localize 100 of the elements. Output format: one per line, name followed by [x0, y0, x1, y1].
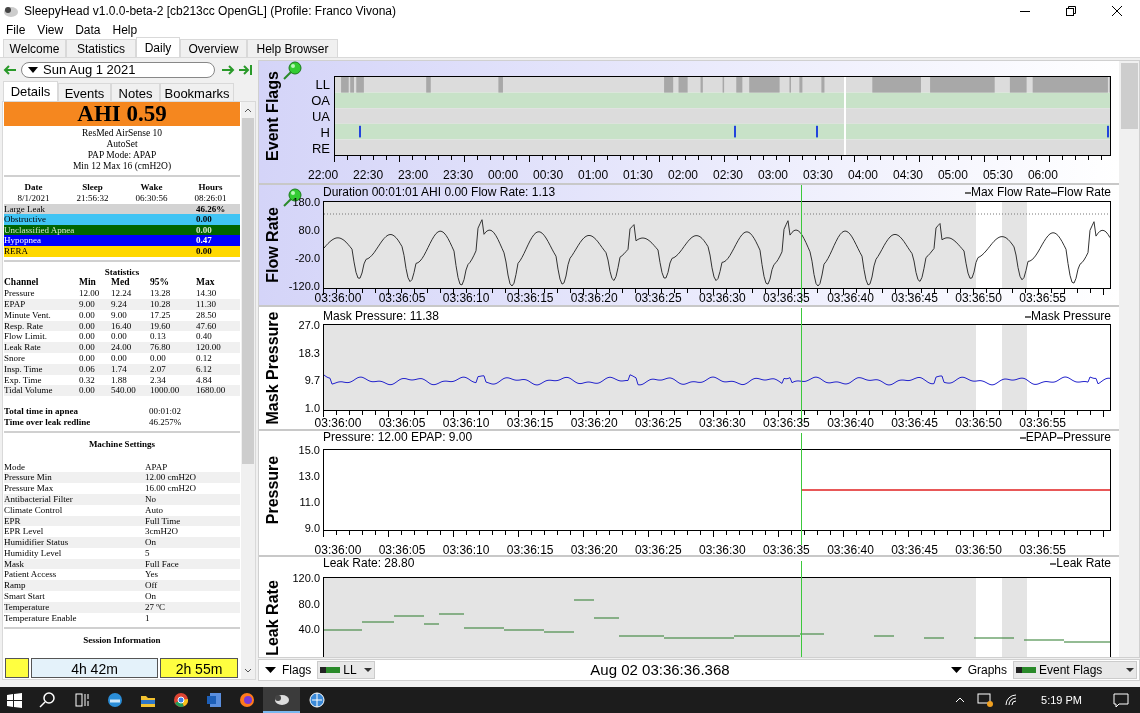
setting-label: Temperature Enable: [4, 612, 78, 624]
session-segment[interactable]: [5, 658, 29, 679]
y-tick-label: -20.0: [294, 252, 320, 264]
setting-value: Off: [145, 580, 159, 592]
setting-value: 1: [145, 612, 151, 624]
x-tick-label: 03:36:45: [891, 417, 938, 429]
table-cell-text: 19.60: [150, 320, 172, 332]
column-header: Wake: [139, 182, 164, 193]
row-label: OA: [310, 93, 330, 109]
table-cell-text: 540.00: [111, 385, 137, 397]
color-swatch-icon: [1016, 667, 1036, 673]
graph-select[interactable]: Event Flags: [1013, 661, 1137, 679]
cursor-line[interactable]: [801, 185, 802, 303]
y-tick-label: 11.0: [299, 496, 320, 508]
graph-title: Mask Pressure: [264, 311, 282, 424]
x-tick-label: 03:36:55: [1019, 544, 1067, 555]
table-cell-text: Minute Vent.: [4, 309, 52, 321]
tab[interactable]: Daily: [136, 37, 180, 57]
menu-item[interactable]: File: [6, 21, 26, 39]
legend-line: [964, 191, 971, 194]
tab[interactable]: Welcome: [3, 39, 66, 57]
total-label: Total time in apnea: [4, 406, 79, 417]
table-cell-text: Insp. Time: [4, 363, 44, 375]
session-segment[interactable]: 2h 55m: [160, 658, 238, 679]
setting-label: Mode: [4, 461, 26, 473]
caret-icon: [950, 667, 962, 673]
last-day-icon[interactable]: [239, 64, 253, 76]
table-cell-text: 08:26:01: [193, 192, 228, 204]
scrollbar-thumb[interactable]: [242, 118, 254, 464]
globe-icon[interactable]: [306, 690, 327, 710]
machine-info: AutoSet: [106, 139, 138, 150]
table-cell-text: 2.34: [150, 374, 167, 386]
x-tick-label: 03:36:20: [570, 417, 618, 429]
table-cell-text: 0.00: [79, 331, 96, 343]
x-tick-label: 02:30: [713, 169, 744, 182]
x-tick-label: 03:36:25: [634, 544, 682, 555]
session-segment[interactable]: 4h 42m: [31, 658, 158, 679]
column-header: Sleep: [81, 182, 104, 193]
graph-header: Pressure: 12.00 EPAP: 9.00: [323, 431, 473, 444]
legend-line: [1024, 315, 1031, 318]
table-cell-text: 13.28: [150, 288, 172, 299]
tab[interactable]: Notes: [111, 83, 160, 101]
graph-title: Leak Rate: [264, 579, 282, 656]
x-tick-label: 05:00: [937, 169, 968, 182]
table-cell-text: 9.24: [111, 298, 128, 310]
monitor-icon[interactable]: [977, 693, 994, 707]
setting-value: On: [145, 537, 157, 548]
table-cell-text: 0.32: [79, 374, 96, 386]
x-tick-label: 03:36:35: [763, 544, 810, 555]
caret-icon: [265, 667, 276, 673]
app-icon: [3, 4, 19, 18]
setting-value: Full Time: [145, 515, 182, 527]
table-cell-text: 120.00: [196, 342, 222, 353]
menu-item[interactable]: Help: [112, 21, 138, 39]
notification-icon[interactable]: [1112, 692, 1130, 708]
legend-line: [1056, 436, 1063, 439]
legend-label: Pressure: [1062, 431, 1111, 444]
x-tick-label: 03:36:30: [699, 292, 746, 305]
setting-label: Antibacterial Filter: [4, 493, 74, 505]
y-tick-label: 80.0: [298, 597, 320, 610]
menu-item[interactable]: View: [37, 21, 64, 39]
chevron-up-icon[interactable]: [955, 697, 966, 703]
tab[interactable]: Events: [58, 83, 111, 101]
table-cell-text: 16.40: [111, 320, 133, 332]
index-row: Unclassified Apnea 0.00: [4, 224, 240, 236]
scrollbar-thumb[interactable]: [1120, 63, 1138, 129]
forward-arrow-icon[interactable]: [221, 64, 235, 76]
x-tick-label: 00:30: [533, 169, 564, 182]
start-icon[interactable]: [4, 690, 24, 710]
setting-value: 3cmH2O: [145, 526, 179, 538]
machine-info: ResMed AirSense 10: [81, 128, 163, 139]
tab[interactable]: Bookmarks: [160, 83, 234, 101]
x-tick-label: 03:36:30: [699, 544, 746, 555]
table-cell-text: 06:30:56: [134, 192, 169, 204]
x-tick-label: 03:36:20: [570, 544, 618, 555]
table-cell-text: 0.00: [79, 352, 96, 364]
table-cell-text: 47.60: [196, 320, 218, 332]
tab[interactable]: Help Browser: [247, 39, 338, 57]
window-title: SleepyHead v1.0.0-beta-2 [cb213cc OpenGL] (Profile: Franco Vivona): [24, 3, 396, 20]
setting-value: Yes: [145, 569, 160, 581]
flags-button[interactable]: Flags: [259, 660, 318, 680]
x-tick-label: 22:00: [308, 169, 339, 182]
graphs-button[interactable]: Graphs: [944, 660, 1013, 680]
tab[interactable]: Statistics: [66, 39, 136, 57]
table-cell-text: 12.24: [111, 288, 133, 299]
back-arrow-icon[interactable]: [3, 64, 17, 76]
x-tick-label: 05:30: [982, 169, 1013, 182]
x-tick-label: 03:30: [802, 169, 833, 182]
table-cell-text: Resp. Rate: [4, 320, 44, 332]
tab[interactable]: Details: [3, 81, 58, 101]
flag-select[interactable]: LL: [317, 661, 376, 679]
table-cell-text: 0.00: [111, 331, 128, 343]
menu-item[interactable]: Data: [75, 21, 101, 39]
column-header: Date: [23, 182, 44, 193]
tab[interactable]: Overview: [180, 39, 247, 57]
x-tick-label: 03:36:05: [378, 417, 426, 429]
total-value: 46.257%: [149, 416, 183, 428]
column-header: Channel: [4, 277, 40, 289]
clock[interactable]: 5:19 PM: [1041, 691, 1082, 709]
date-dropdown[interactable]: Sun Aug 1 2021: [21, 62, 215, 78]
